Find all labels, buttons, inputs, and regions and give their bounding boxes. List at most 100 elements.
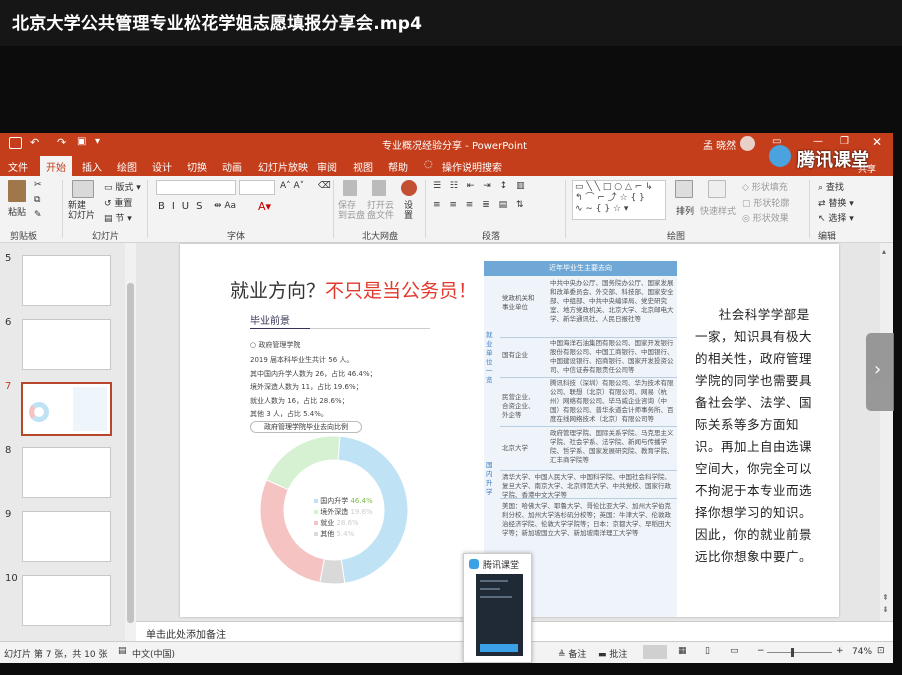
shape-outline-button[interactable]: ▢ 形状轮廓 bbox=[742, 196, 789, 209]
gear-icon[interactable] bbox=[401, 180, 417, 196]
tab-animations[interactable]: 动画 bbox=[222, 159, 242, 174]
new-slide-button[interactable]: 新建 幻灯片 bbox=[68, 201, 95, 221]
clear-format-icon[interactable]: ⌫ bbox=[318, 181, 331, 191]
font-style-buttons[interactable]: BIUS bbox=[158, 201, 209, 212]
scrollbar-thumb[interactable] bbox=[127, 283, 134, 623]
tab-file[interactable]: 文件 bbox=[8, 159, 28, 174]
tencent-app-icon bbox=[469, 559, 479, 569]
legend-value: 46.4% bbox=[350, 497, 373, 505]
slide-sorter-icon[interactable]: ▦ bbox=[678, 646, 687, 656]
quick-styles-button[interactable]: 快速样式 bbox=[700, 204, 736, 217]
tab-home[interactable]: 开始 bbox=[40, 156, 72, 176]
tab-insert[interactable]: 插入 bbox=[82, 159, 102, 174]
reading-view-icon[interactable]: ▯ bbox=[705, 646, 710, 656]
redo-icon[interactable]: ↷ bbox=[57, 136, 66, 149]
normal-view-icon[interactable] bbox=[643, 645, 667, 659]
font-color-icon[interactable]: A▾ bbox=[258, 200, 271, 213]
notes-placeholder[interactable]: 单击此处添加备注 bbox=[146, 626, 226, 641]
font-size-select[interactable] bbox=[239, 180, 275, 195]
slideshow-view-icon[interactable]: ▭ bbox=[730, 646, 739, 656]
fit-slide-icon[interactable]: ⊡ bbox=[877, 646, 885, 656]
ribbon: 粘贴 ✂ ⧉ ✎ 剪贴板 新建 幻灯片 ▭ 版式 ▾ ↺ 重置 ▤ 节 ▾ 幻灯… bbox=[0, 176, 893, 243]
present-icon[interactable]: ▣ bbox=[77, 136, 86, 147]
zoom-in-icon[interactable]: + bbox=[836, 646, 844, 656]
tencent-classroom-popup[interactable]: 腾讯课堂 bbox=[463, 553, 532, 663]
slide-thumbnail[interactable] bbox=[22, 319, 111, 370]
share-button[interactable]: 共享 bbox=[858, 162, 876, 175]
cloud-save-icon[interactable] bbox=[343, 180, 357, 196]
replace-button[interactable]: ⇄ 替换 ▾ bbox=[818, 196, 854, 209]
settings-button[interactable]: 设 置 bbox=[404, 201, 413, 221]
next-slide-icon[interactable]: ⇟ bbox=[882, 605, 889, 614]
tab-design[interactable]: 设计 bbox=[152, 159, 172, 174]
next-page-button[interactable]: › bbox=[866, 333, 894, 411]
quick-styles-icon[interactable] bbox=[708, 180, 726, 198]
open-cloud-icon[interactable] bbox=[372, 180, 386, 196]
close-icon[interactable]: ✕ bbox=[872, 135, 882, 149]
slide-thumbnail-selected[interactable] bbox=[21, 382, 112, 436]
prev-slide-icon[interactable]: ⇞ bbox=[882, 593, 889, 602]
slide-thumbnail[interactable] bbox=[22, 511, 111, 562]
tab-slideshow[interactable]: 幻灯片放映 bbox=[258, 159, 308, 174]
save-icon[interactable] bbox=[9, 137, 22, 149]
font-name-select[interactable] bbox=[156, 180, 236, 195]
spellcheck-icon[interactable]: ▤ bbox=[118, 646, 127, 656]
paste-button[interactable]: 粘贴 bbox=[8, 205, 26, 218]
char-spacing-icon[interactable]: ⇹ Aa bbox=[214, 201, 236, 211]
bullets-icons[interactable]: ☰ ☷ ⇤ ⇥ ↕ ▥ bbox=[433, 181, 528, 191]
new-slide-icon[interactable] bbox=[72, 180, 94, 198]
notes-button[interactable]: ≜ 备注 bbox=[558, 647, 586, 660]
slide-thumbnail[interactable] bbox=[22, 255, 111, 306]
thumbnail-scrollbar[interactable] bbox=[125, 243, 136, 641]
slide-counter: 幻灯片 第 7 张，共 10 张 bbox=[4, 650, 108, 660]
shape-fill-label: 形状填充 bbox=[751, 183, 788, 193]
format-painter-icon[interactable]: ✎ bbox=[34, 210, 42, 220]
tab-help[interactable]: 帮助 bbox=[388, 159, 408, 174]
arrange-icon[interactable] bbox=[675, 180, 693, 198]
align-icons[interactable]: ≡ ≡ ≡ ≣ ▤ ⇅ bbox=[433, 200, 527, 210]
slide-thumbnail-pane: 5 6 7 8 9 10 bbox=[0, 243, 125, 641]
avatar[interactable] bbox=[740, 136, 755, 151]
editing-group-label: 编辑 bbox=[818, 232, 837, 242]
popup-title: 腾讯课堂 bbox=[483, 561, 520, 571]
arrange-button[interactable]: 排列 bbox=[676, 204, 694, 217]
language[interactable]: 中文(中国) bbox=[132, 647, 175, 660]
video-title-bar: 北京大学公共管理专业松花学姐志愿填报分享会.mp4 bbox=[0, 0, 902, 46]
paste-icon[interactable] bbox=[8, 180, 26, 202]
undo-icon[interactable]: ↶ bbox=[30, 136, 39, 149]
shape-fill-button[interactable]: ◇ 形状填充 bbox=[742, 180, 788, 193]
tell-me-search[interactable]: 操作说明搜索 bbox=[442, 159, 502, 174]
tab-draw[interactable]: 绘图 bbox=[117, 159, 137, 174]
cut-icon[interactable]: ✂ bbox=[34, 180, 42, 190]
tab-review[interactable]: 审阅 bbox=[317, 159, 337, 174]
save-to-disk-button[interactable]: 保存 到云盘 bbox=[338, 201, 365, 221]
layout-button[interactable]: ▭ 版式 ▾ bbox=[104, 180, 141, 193]
reset-button[interactable]: ↺ 重置 bbox=[104, 196, 132, 209]
find-button[interactable]: ⌕ 查找 bbox=[818, 180, 844, 193]
grow-font-icon[interactable]: A˄ A˅ bbox=[280, 181, 304, 191]
copy-icon[interactable]: ⧉ bbox=[34, 195, 40, 205]
scroll-up-icon[interactable]: ▴ bbox=[882, 247, 886, 256]
paragraph-group-label: 段落 bbox=[482, 232, 501, 242]
comments-button[interactable]: ▬ 批注 bbox=[598, 647, 627, 660]
shapes-gallery[interactable]: ▭ ╲ ╲ □ ○ △ ⌐ ↳ ↰ ⌒ ⌐ ⤴ ☆ { } ∿ ∼ { } ☆ ▾ bbox=[572, 180, 666, 220]
tab-transitions[interactable]: 切换 bbox=[187, 159, 207, 174]
divider bbox=[147, 180, 148, 238]
shape-effects-button[interactable]: ◎ 形状效果 bbox=[742, 211, 789, 224]
zoom-out-icon[interactable]: − bbox=[757, 646, 765, 656]
zoom-level[interactable]: 74% bbox=[852, 647, 872, 657]
tab-view[interactable]: 视图 bbox=[353, 159, 373, 174]
editor-scrollbar[interactable]: ▴ ⇞ ⇟ bbox=[880, 243, 893, 621]
legend-label: 境外深造 bbox=[320, 508, 349, 516]
slide-thumbnail[interactable] bbox=[22, 575, 111, 626]
zoom-slider-thumb[interactable] bbox=[791, 648, 794, 657]
zoom-slider[interactable] bbox=[767, 652, 832, 653]
chevron-right-icon: › bbox=[874, 359, 882, 380]
stat-line: 其他 3 人，占比 5.4%。 bbox=[250, 410, 328, 418]
customize-toolbar-icon[interactable]: ▾ bbox=[95, 136, 100, 147]
open-disk-button[interactable]: 打开云 盘文件 bbox=[367, 201, 394, 221]
section-button[interactable]: ▤ 节 ▾ bbox=[104, 211, 132, 224]
slide-thumbnail[interactable] bbox=[22, 447, 111, 498]
user-name[interactable]: 孟 晓然 bbox=[703, 137, 736, 152]
select-button[interactable]: ↖ 选择 ▾ bbox=[818, 211, 854, 224]
